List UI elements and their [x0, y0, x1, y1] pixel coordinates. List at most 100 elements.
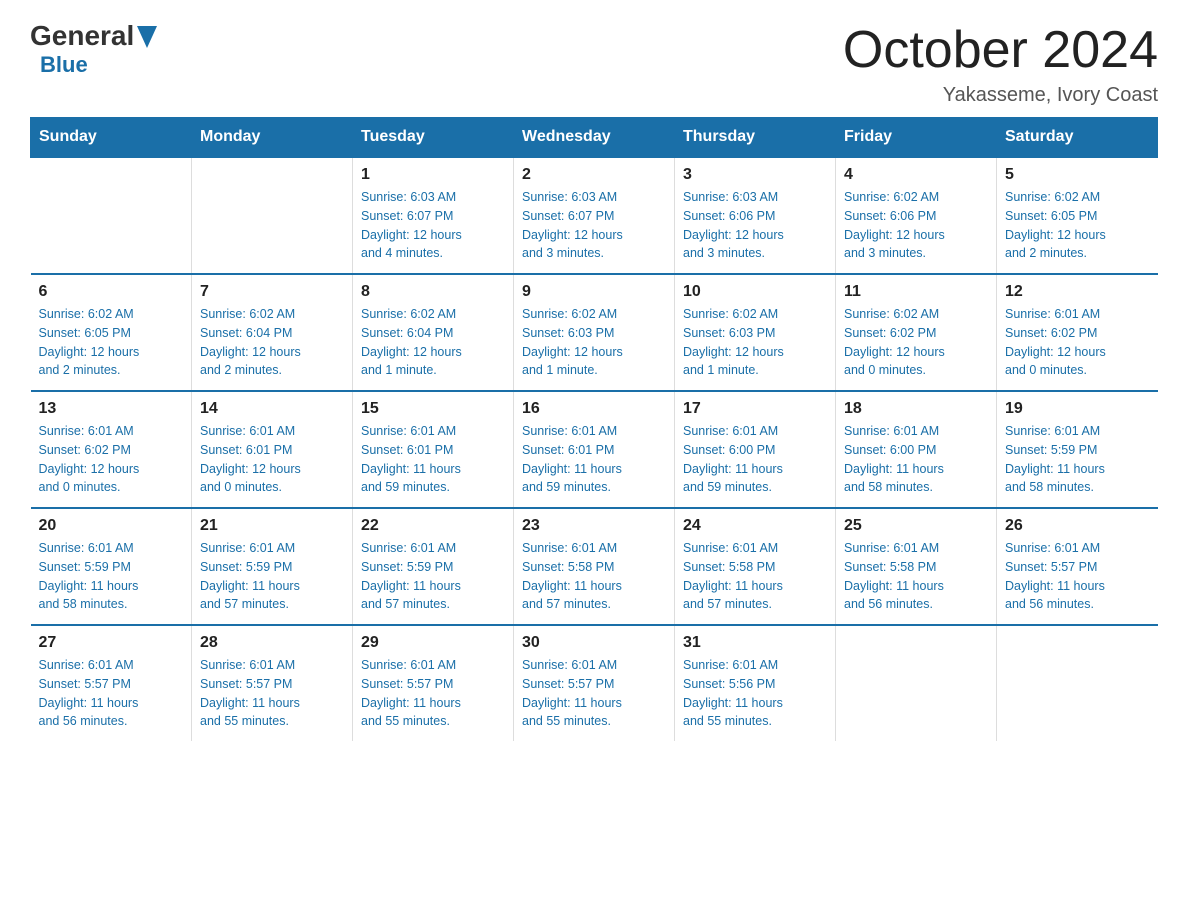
day-info: Sunrise: 6:01 AM Sunset: 6:00 PM Dayligh… — [844, 422, 988, 497]
calendar-cell: 9Sunrise: 6:02 AM Sunset: 6:03 PM Daylig… — [514, 274, 675, 391]
day-header-monday: Monday — [192, 118, 353, 158]
calendar-cell: 7 Sunrise: 6:02 AM Sunset: 6:04 PM Daylig… — [192, 274, 353, 391]
calendar-cell: 12 Sunrise: 6:01 AM Sunset: 6:02 PM Dayli… — [997, 274, 1158, 391]
day-info: Sunrise: 6:01 AM Sunset: 5:59 PM Dayligh… — [1005, 422, 1150, 497]
day-number: 23 — [522, 517, 666, 535]
logo-blue-text: Blue — [40, 52, 88, 77]
calendar-header: SundayMondayTuesdayWednesdayThursdayFrid… — [31, 118, 1158, 158]
calendar-cell — [192, 157, 353, 274]
day-number: 20 — [39, 517, 184, 535]
calendar-week-3: 13 Sunrise: 6:01 AM Sunset: 6:02 PM Dayli… — [31, 391, 1158, 508]
calendar-cell: 29 Sunrise: 6:01 AM Sunset: 5:57 PM Dayli… — [353, 625, 514, 741]
calendar-subtitle: Yakasseme, Ivory Coast — [843, 84, 1158, 107]
calendar-cell: 18 Sunrise: 6:01 AM Sunset: 6:00 PM Dayli… — [836, 391, 997, 508]
calendar-cell: 22 Sunrise: 6:01 AM Sunset: 5:59 PM Dayli… — [353, 508, 514, 625]
calendar-cell — [997, 625, 1158, 741]
day-number: 7 — [200, 283, 344, 301]
day-number: 19 — [1005, 400, 1150, 418]
day-number: 15 — [361, 400, 505, 418]
calendar-cell: 4Sunrise: 6:02 AM Sunset: 6:06 PM Daylig… — [836, 157, 997, 274]
day-info: Sunrise: 6:01 AM Sunset: 5:59 PM Dayligh… — [200, 539, 344, 614]
day-number: 18 — [844, 400, 988, 418]
day-number: 2 — [522, 166, 666, 184]
calendar-body: 1 Sunrise: 6:03 AM Sunset: 6:07 PM Daylig… — [31, 157, 1158, 741]
day-header-thursday: Thursday — [675, 118, 836, 158]
day-info: Sunrise: 6:01 AM Sunset: 5:57 PM Dayligh… — [200, 656, 344, 731]
day-info: Sunrise: 6:01 AM Sunset: 6:01 PM Dayligh… — [200, 422, 344, 497]
day-info: Sunrise: 6:02 AM Sunset: 6:04 PM Dayligh… — [200, 305, 344, 380]
day-info: Sunrise: 6:01 AM Sunset: 5:57 PM Dayligh… — [39, 656, 184, 731]
day-info: Sunrise: 6:02 AM Sunset: 6:05 PM Dayligh… — [39, 305, 184, 380]
day-number: 24 — [683, 517, 827, 535]
calendar-cell: 14Sunrise: 6:01 AM Sunset: 6:01 PM Dayli… — [192, 391, 353, 508]
day-info: Sunrise: 6:01 AM Sunset: 6:01 PM Dayligh… — [361, 422, 505, 497]
day-header-wednesday: Wednesday — [514, 118, 675, 158]
calendar-cell: 24 Sunrise: 6:01 AM Sunset: 5:58 PM Dayli… — [675, 508, 836, 625]
title-area: October 2024 Yakasseme, Ivory Coast — [843, 20, 1158, 107]
day-header-friday: Friday — [836, 118, 997, 158]
logo: General Blue — [30, 20, 157, 78]
calendar-cell: 3 Sunrise: 6:03 AM Sunset: 6:06 PM Daylig… — [675, 157, 836, 274]
calendar-cell: 26Sunrise: 6:01 AM Sunset: 5:57 PM Dayli… — [997, 508, 1158, 625]
day-info: Sunrise: 6:01 AM Sunset: 5:57 PM Dayligh… — [522, 656, 666, 731]
calendar-cell: 23Sunrise: 6:01 AM Sunset: 5:58 PM Dayli… — [514, 508, 675, 625]
day-number: 10 — [683, 283, 827, 301]
day-number: 31 — [683, 634, 827, 652]
day-number: 12 — [1005, 283, 1150, 301]
calendar-cell: 6 Sunrise: 6:02 AM Sunset: 6:05 PM Daylig… — [31, 274, 192, 391]
calendar-cell: 11 Sunrise: 6:02 AM Sunset: 6:02 PM Dayli… — [836, 274, 997, 391]
day-number: 8 — [361, 283, 505, 301]
day-number: 17 — [683, 400, 827, 418]
day-number: 9 — [522, 283, 666, 301]
calendar-cell: 28 Sunrise: 6:01 AM Sunset: 5:57 PM Dayli… — [192, 625, 353, 741]
day-info: Sunrise: 6:03 AM Sunset: 6:07 PM Dayligh… — [361, 188, 505, 263]
calendar-cell: 2Sunrise: 6:03 AM Sunset: 6:07 PM Daylig… — [514, 157, 675, 274]
header: General Blue October 2024 Yakasseme, Ivo… — [30, 20, 1158, 107]
day-number: 30 — [522, 634, 666, 652]
day-info: Sunrise: 6:02 AM Sunset: 6:03 PM Dayligh… — [683, 305, 827, 380]
calendar-cell: 5 Sunrise: 6:02 AM Sunset: 6:05 PM Daylig… — [997, 157, 1158, 274]
day-number: 5 — [1005, 166, 1150, 184]
calendar-cell: 15 Sunrise: 6:01 AM Sunset: 6:01 PM Dayli… — [353, 391, 514, 508]
day-info: Sunrise: 6:01 AM Sunset: 6:02 PM Dayligh… — [1005, 305, 1150, 380]
day-info: Sunrise: 6:01 AM Sunset: 5:58 PM Dayligh… — [683, 539, 827, 614]
calendar-cell: 20Sunrise: 6:01 AM Sunset: 5:59 PM Dayli… — [31, 508, 192, 625]
calendar-cell: 17 Sunrise: 6:01 AM Sunset: 6:00 PM Dayli… — [675, 391, 836, 508]
day-number: 16 — [522, 400, 666, 418]
day-info: Sunrise: 6:01 AM Sunset: 6:00 PM Dayligh… — [683, 422, 827, 497]
logo-triangle-icon — [137, 26, 157, 48]
days-of-week-row: SundayMondayTuesdayWednesdayThursdayFrid… — [31, 118, 1158, 158]
calendar-week-1: 1 Sunrise: 6:03 AM Sunset: 6:07 PM Daylig… — [31, 157, 1158, 274]
day-number: 13 — [39, 400, 184, 418]
day-number: 28 — [200, 634, 344, 652]
calendar-cell: 1 Sunrise: 6:03 AM Sunset: 6:07 PM Daylig… — [353, 157, 514, 274]
calendar-cell: 10 Sunrise: 6:02 AM Sunset: 6:03 PM Dayli… — [675, 274, 836, 391]
day-info: Sunrise: 6:03 AM Sunset: 6:06 PM Dayligh… — [683, 188, 827, 263]
day-number: 27 — [39, 634, 184, 652]
day-info: Sunrise: 6:01 AM Sunset: 5:59 PM Dayligh… — [361, 539, 505, 614]
day-info: Sunrise: 6:01 AM Sunset: 5:57 PM Dayligh… — [361, 656, 505, 731]
calendar-cell: 19 Sunrise: 6:01 AM Sunset: 5:59 PM Dayli… — [997, 391, 1158, 508]
day-number: 11 — [844, 283, 988, 301]
calendar-cell: 16Sunrise: 6:01 AM Sunset: 6:01 PM Dayli… — [514, 391, 675, 508]
calendar-week-4: 20 Sunrise: 6:01 AM Sunset: 5:59 PM Dayli… — [31, 508, 1158, 625]
calendar-cell: 8Sunrise: 6:02 AM Sunset: 6:04 PM Daylig… — [353, 274, 514, 391]
day-number: 6 — [39, 283, 184, 301]
day-number: 21 — [200, 517, 344, 535]
calendar-week-5: 27 Sunrise: 6:01 AM Sunset: 5:57 PM Dayli… — [31, 625, 1158, 741]
day-info: Sunrise: 6:02 AM Sunset: 6:05 PM Dayligh… — [1005, 188, 1150, 263]
day-number: 22 — [361, 517, 505, 535]
calendar-cell: 27 Sunrise: 6:01 AM Sunset: 5:57 PM Dayli… — [31, 625, 192, 741]
day-info: Sunrise: 6:01 AM Sunset: 6:02 PM Dayligh… — [39, 422, 184, 497]
day-number: 1 — [361, 166, 505, 184]
day-number: 3 — [683, 166, 827, 184]
calendar-table: SundayMondayTuesdayWednesdayThursdayFrid… — [30, 117, 1158, 741]
day-header-saturday: Saturday — [997, 118, 1158, 158]
day-info: Sunrise: 6:02 AM Sunset: 6:02 PM Dayligh… — [844, 305, 988, 380]
calendar-cell: 13 Sunrise: 6:01 AM Sunset: 6:02 PM Dayli… — [31, 391, 192, 508]
logo-general-text: General — [30, 20, 134, 52]
day-number: 29 — [361, 634, 505, 652]
calendar-cell — [31, 157, 192, 274]
calendar-cell: 31 Sunrise: 6:01 AM Sunset: 5:56 PM Dayli… — [675, 625, 836, 741]
day-info: Sunrise: 6:01 AM Sunset: 5:56 PM Dayligh… — [683, 656, 827, 731]
